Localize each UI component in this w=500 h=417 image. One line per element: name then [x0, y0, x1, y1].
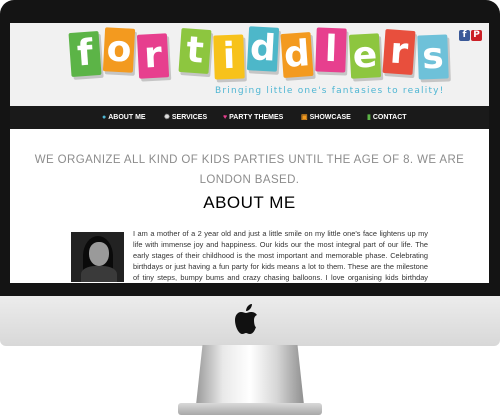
- nav-item-party-themes[interactable]: ♥ PARTY THEMES: [223, 106, 283, 129]
- logo-letter: o: [102, 27, 136, 73]
- logo-letter: e: [348, 33, 382, 79]
- nav-item-services[interactable]: ✹ SERVICES: [164, 106, 207, 129]
- site-logo[interactable]: fortiddlers: [68, 26, 449, 84]
- logo-letter: i: [213, 34, 245, 80]
- nav-label: SHOWCASE: [309, 114, 351, 121]
- headline: We organize all kind of kids parties unt…: [34, 154, 465, 186]
- website-screen: fortiddlers Bringing little one's fantas…: [10, 23, 489, 283]
- logo-letter: d: [280, 32, 314, 78]
- facebook-icon[interactable]: f: [459, 30, 470, 41]
- nav-label: PARTY THEMES: [229, 114, 284, 121]
- logo-letter: d: [246, 26, 280, 72]
- logo-letter: f: [68, 31, 102, 77]
- nav-label: CONTACT: [372, 114, 407, 121]
- logo-letter: r: [382, 29, 416, 75]
- image-icon: ▣: [301, 114, 308, 121]
- nav-label: ABOUT ME: [108, 114, 146, 121]
- person-icon: ●: [102, 114, 107, 121]
- logo-letter: t: [178, 28, 212, 74]
- nav-label: SERVICES: [171, 114, 208, 121]
- imac-stand-base: [178, 403, 322, 415]
- heart-icon: ♥: [223, 114, 228, 121]
- apple-logo-icon: [235, 304, 257, 334]
- imac-stand: [196, 345, 304, 405]
- logo-letter: s: [417, 34, 449, 80]
- about-text: I am a mother of a 2 year old and just a…: [133, 229, 428, 282]
- gear-icon: ✹: [164, 114, 170, 121]
- avatar: [71, 232, 124, 282]
- site-header: fortiddlers Bringing little one's fantas…: [10, 23, 489, 106]
- logo-letter: l: [315, 27, 347, 73]
- nav-item-about-me[interactable]: ● ABOUT ME: [102, 106, 146, 129]
- logo-tagline: Bringing little one's fantasies to reali…: [215, 86, 445, 96]
- about-title: ABOUT ME: [203, 193, 296, 212]
- nav-item-showcase[interactable]: ▣ SHOWCASE: [301, 106, 351, 129]
- chat-icon: ▮: [367, 114, 371, 121]
- nav-item-contact[interactable]: ▮ CONTACT: [367, 106, 407, 129]
- logo-letter: r: [136, 33, 170, 79]
- main-navigation: ● ABOUT ME ✹ SERVICES ♥ PARTY THEMES ▣ SHOWC…: [10, 106, 489, 129]
- pinterest-icon[interactable]: P: [471, 30, 482, 41]
